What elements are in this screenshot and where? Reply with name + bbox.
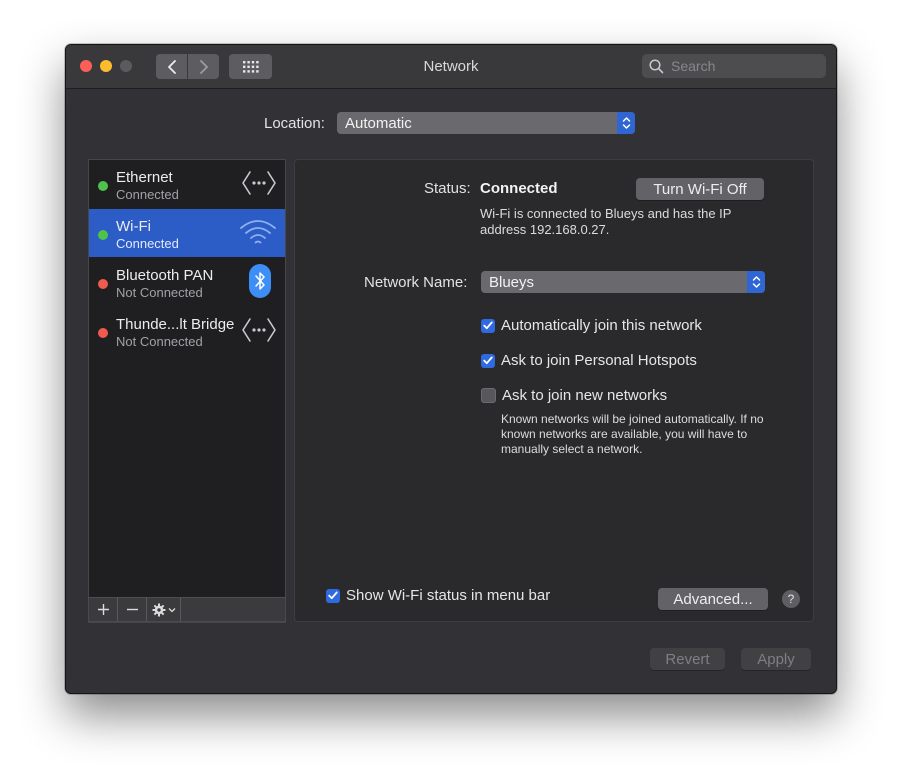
service-name: Wi-Fi: [116, 218, 151, 235]
show-menubar-checkbox[interactable]: Show Wi-Fi status in menu bar: [326, 587, 550, 604]
auto-join-checkbox[interactable]: Automatically join this network: [481, 317, 702, 334]
help-button[interactable]: ?: [782, 590, 800, 608]
advanced-button[interactable]: Advanced...: [658, 588, 768, 610]
apply-button[interactable]: Apply: [741, 648, 811, 670]
checkmark-icon: [326, 588, 340, 603]
gear-icon: [152, 603, 165, 616]
turn-wifi-off-button[interactable]: Turn Wi-Fi Off: [636, 178, 764, 200]
checkmark-icon: [481, 353, 495, 368]
chevron-down-icon: [168, 607, 175, 612]
network-preferences-window: Network Location: Automatic Ethernet Con…: [65, 44, 837, 694]
show-menubar-label: Show Wi-Fi status in menu bar: [346, 587, 551, 604]
auto-join-label: Automatically join this network: [501, 317, 702, 334]
status-value: Connected: [480, 180, 558, 197]
location-value: Automatic: [345, 114, 412, 132]
personal-hotspots-label: Ask to join Personal Hotspots: [501, 352, 697, 369]
new-networks-label: Ask to join new networks: [502, 387, 668, 404]
known-networks-note: Known networks will be joined automatica…: [501, 412, 764, 456]
service-list-toolbar: [88, 597, 286, 622]
service-state: Connected: [116, 236, 179, 251]
network-name-label: Network Name:: [364, 274, 468, 291]
service-state: Connected: [116, 187, 179, 202]
personal-hotspots-checkbox[interactable]: Ask to join Personal Hotspots: [481, 352, 697, 369]
bluetooth-icon: [249, 264, 271, 298]
checkbox-box: [481, 388, 496, 403]
search-field[interactable]: [642, 54, 826, 78]
new-networks-checkbox[interactable]: Ask to join new networks: [481, 387, 667, 404]
status-dot: [98, 230, 108, 240]
location-popup[interactable]: Automatic: [337, 112, 635, 134]
service-state: Not Connected: [116, 334, 203, 349]
search-icon: [649, 58, 664, 73]
checkmark-icon: [481, 318, 495, 333]
ethernet-icon: [241, 168, 277, 203]
service-item-wifi[interactable]: Wi-Fi Connected: [89, 209, 285, 257]
network-name-value: Blueys: [489, 273, 535, 291]
ethernet-icon: [241, 315, 277, 350]
search-input[interactable]: [669, 57, 823, 75]
service-name: Thunde...lt Bridge: [116, 316, 235, 333]
service-item-bluetooth-pan[interactable]: Bluetooth PAN Not Connected: [89, 258, 285, 306]
status-dot: [98, 328, 108, 338]
revert-button[interactable]: Revert: [650, 648, 725, 670]
wifi-detail-panel: Status: Connected Turn Wi-Fi Off Wi-Fi i…: [294, 159, 814, 622]
service-actions-button[interactable]: [147, 598, 181, 621]
network-name-popup[interactable]: Blueys: [481, 271, 765, 293]
service-list[interactable]: Ethernet Connected Wi-Fi Connected Bluet…: [88, 159, 286, 623]
service-state: Not Connected: [116, 285, 203, 300]
title-bar: Network: [66, 45, 836, 89]
status-dot: [98, 279, 108, 289]
service-name: Ethernet: [116, 169, 173, 186]
location-label: Location:: [264, 115, 325, 132]
add-service-button[interactable]: [89, 598, 118, 621]
plus-icon: [97, 604, 109, 615]
service-name: Bluetooth PAN: [116, 267, 214, 284]
remove-service-button[interactable]: [118, 598, 147, 621]
wifi-icon: [239, 217, 277, 252]
service-item-ethernet[interactable]: Ethernet Connected: [89, 160, 285, 208]
status-label: Status:: [424, 180, 471, 197]
updown-chevron-icon: [617, 112, 635, 134]
updown-chevron-icon: [747, 271, 765, 293]
minus-icon: [126, 608, 138, 611]
status-dot: [98, 181, 108, 191]
status-description: Wi-Fi is connected to Blueys and has the…: [480, 206, 732, 237]
service-item-thunderbolt-bridge[interactable]: Thunde...lt Bridge Not Connected: [89, 307, 285, 355]
